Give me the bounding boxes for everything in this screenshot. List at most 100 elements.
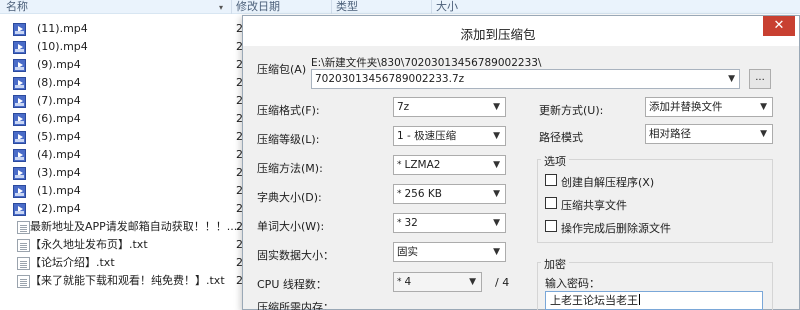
format-value: 7z bbox=[397, 101, 410, 113]
video-file-icon bbox=[13, 131, 26, 144]
file-row[interactable]: 【论坛介绍】.txt 2 bbox=[0, 254, 245, 272]
file-row[interactable]: (2).mp4 2 bbox=[0, 200, 245, 218]
file-name: (4).mp4 bbox=[37, 148, 81, 161]
video-file-icon bbox=[13, 167, 26, 180]
archive-path: E:\新建文件夹\830\70203013456789002233\ bbox=[311, 57, 542, 69]
file-row[interactable]: (10).mp4 2 bbox=[0, 38, 245, 56]
sort-chevron-down-icon: ▾ bbox=[219, 3, 224, 12]
password-value: 上老王论坛当老王 bbox=[550, 294, 638, 307]
video-file-icon bbox=[13, 149, 26, 162]
file-row[interactable]: (1).mp4 2 bbox=[0, 182, 245, 200]
default-star-icon: * bbox=[397, 189, 402, 199]
solid-label: 固实数据大小： bbox=[257, 249, 334, 262]
level-value: 1 - 极速压缩 bbox=[397, 130, 457, 142]
shared-files-label[interactable]: 压缩共享文件 bbox=[561, 197, 627, 213]
chevron-down-icon: ▼ bbox=[469, 277, 476, 287]
threads-label: CPU 线程数： bbox=[257, 278, 327, 291]
dialog-titlebar[interactable]: 添加到压缩包 ✕ bbox=[243, 16, 799, 46]
delete-source-checkbox[interactable] bbox=[545, 220, 557, 232]
file-name: (10).mp4 bbox=[37, 40, 88, 53]
text-file-icon bbox=[17, 257, 30, 270]
file-row[interactable]: (8).mp4 2 bbox=[0, 74, 245, 92]
file-name: 最新地址及APP请发邮箱自动获取！！！.... bbox=[30, 220, 241, 233]
chevron-down-icon: ▼ bbox=[493, 131, 500, 141]
chevron-down-icon: ▼ bbox=[760, 102, 767, 112]
file-row[interactable]: (3).mp4 2 bbox=[0, 164, 245, 182]
text-file-icon bbox=[17, 239, 30, 252]
shared-files-checkbox[interactable] bbox=[545, 197, 557, 209]
solid-value: 固实 bbox=[397, 246, 418, 258]
archive-name-combobox[interactable]: 70203013456789002233.7z ▼ bbox=[311, 69, 740, 89]
dialog-title: 添加到压缩包 bbox=[460, 27, 536, 42]
column-type-header[interactable]: 类型 bbox=[336, 0, 358, 13]
column-divider[interactable] bbox=[331, 0, 332, 14]
column-date-header[interactable]: 修改日期 bbox=[236, 0, 280, 13]
word-value: 32 bbox=[404, 217, 418, 229]
update-value: 添加并替换文件 bbox=[649, 101, 723, 113]
update-select[interactable]: 添加并替换文件 ▼ bbox=[645, 97, 773, 117]
format-select[interactable]: 7z ▼ bbox=[393, 97, 506, 117]
file-name: 【来了就能下载和观看！纯免费！】.txt bbox=[30, 274, 225, 287]
solid-select[interactable]: 固实 ▼ bbox=[393, 242, 506, 262]
file-row[interactable]: (9).mp4 2 bbox=[0, 56, 245, 74]
dict-select[interactable]: * 256 KB ▼ bbox=[393, 184, 506, 204]
file-row[interactable]: (4).mp4 2 bbox=[0, 146, 245, 164]
file-row[interactable]: 【永久地址发布页】.txt 2 bbox=[0, 236, 245, 254]
file-row[interactable]: (6).mp4 2 bbox=[0, 110, 245, 128]
chevron-down-icon: ▼ bbox=[493, 218, 500, 228]
browse-button[interactable]: ... bbox=[749, 69, 771, 89]
video-file-icon bbox=[13, 185, 26, 198]
file-name: (3).mp4 bbox=[37, 166, 81, 179]
file-name: (11).mp4 bbox=[37, 22, 88, 35]
file-row[interactable]: (5).mp4 2 bbox=[0, 128, 245, 146]
column-name-header[interactable]: 名称 bbox=[6, 0, 28, 13]
default-star-icon: * bbox=[397, 218, 402, 228]
file-name: 【永久地址发布页】.txt bbox=[30, 238, 148, 251]
file-list: (11).mp4 2 (10).mp4 2 (9).mp4 2 (8).mp4 2 (7… bbox=[0, 20, 245, 290]
pathmode-select[interactable]: 相对路径 ▼ bbox=[645, 124, 773, 144]
video-file-icon bbox=[13, 23, 26, 36]
method-select[interactable]: * LZMA2 ▼ bbox=[393, 155, 506, 175]
dict-value: 256 KB bbox=[404, 188, 442, 200]
archive-label: 压缩包(A) bbox=[257, 63, 307, 76]
threads-value: 4 bbox=[404, 276, 412, 288]
file-name: (9).mp4 bbox=[37, 58, 81, 71]
sfx-label[interactable]: 创建自解压程序(X) bbox=[561, 174, 654, 190]
text-caret bbox=[639, 294, 640, 305]
pathmode-label: 路径模式 bbox=[539, 131, 583, 144]
archive-filename: 70203013456789002233.7z bbox=[315, 73, 465, 85]
file-row[interactable]: 最新地址及APP请发邮箱自动获取！！！.... 2 bbox=[0, 218, 245, 236]
video-file-icon bbox=[13, 77, 26, 90]
threads-select[interactable]: * 4 ▼ bbox=[393, 272, 482, 292]
default-star-icon: * bbox=[397, 277, 402, 287]
column-header-row: 名称 ▾ 修改日期 类型 大小 bbox=[0, 0, 800, 14]
file-row[interactable]: 【来了就能下载和观看！纯免费！】.txt 2 bbox=[0, 272, 245, 290]
close-button[interactable]: ✕ bbox=[763, 16, 795, 36]
file-name: 【论坛介绍】.txt bbox=[30, 256, 115, 269]
chevron-down-icon: ▼ bbox=[493, 247, 500, 257]
chevron-down-icon: ▼ bbox=[493, 160, 500, 170]
threads-max: / 4 bbox=[495, 276, 510, 289]
sfx-checkbox[interactable] bbox=[545, 174, 557, 186]
file-row[interactable]: (11).mp4 2 bbox=[0, 20, 245, 38]
level-select[interactable]: 1 - 极速压缩 ▼ bbox=[393, 126, 506, 146]
word-label: 单词大小(W): bbox=[257, 220, 325, 233]
password-input[interactable]: 上老王论坛当老王 bbox=[545, 291, 763, 310]
file-row[interactable]: (7).mp4 2 bbox=[0, 92, 245, 110]
memory-label: 压缩所需内存： bbox=[257, 301, 334, 310]
add-to-archive-dialog: 添加到压缩包 ✕ 压缩包(A) E:\新建文件夹\830\70203013456… bbox=[242, 15, 800, 310]
word-select[interactable]: * 32 ▼ bbox=[393, 213, 506, 233]
column-divider[interactable] bbox=[431, 0, 432, 14]
format-label: 压缩格式(F): bbox=[257, 104, 320, 117]
password-label: 输入密码： bbox=[545, 277, 600, 290]
file-name: (7).mp4 bbox=[37, 94, 81, 107]
file-name: (5).mp4 bbox=[37, 130, 81, 143]
file-name: (2).mp4 bbox=[37, 202, 81, 215]
video-file-icon bbox=[13, 59, 26, 72]
delete-source-label[interactable]: 操作完成后删除源文件 bbox=[561, 220, 671, 236]
encryption-title: 加密 bbox=[541, 256, 569, 272]
chevron-down-icon[interactable]: ▼ bbox=[728, 70, 735, 88]
column-size-header[interactable]: 大小 bbox=[436, 0, 458, 13]
column-divider[interactable] bbox=[231, 0, 232, 14]
update-label: 更新方式(U): bbox=[539, 104, 604, 117]
